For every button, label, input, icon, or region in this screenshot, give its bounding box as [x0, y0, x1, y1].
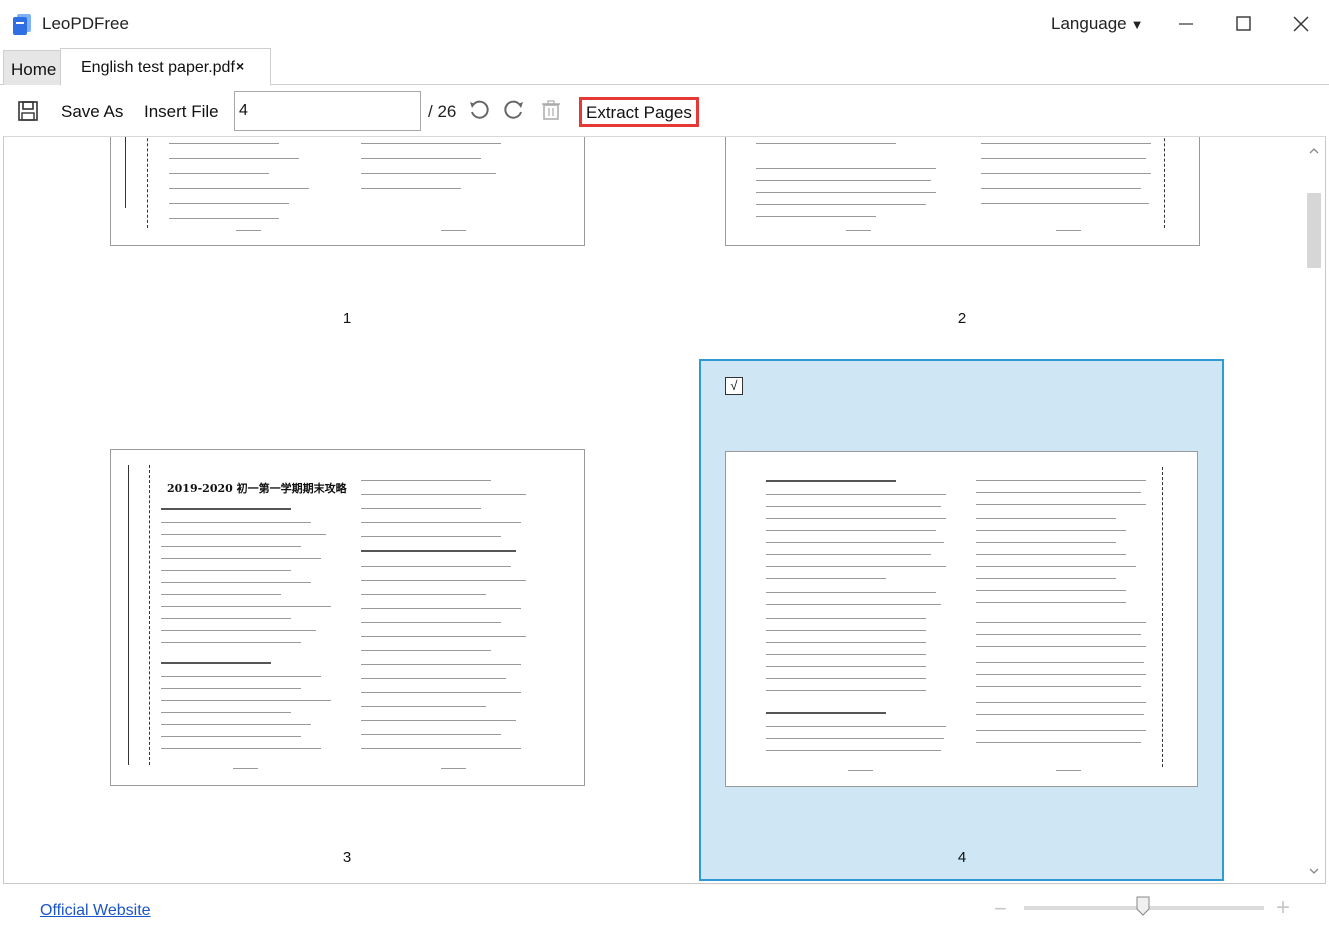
tab-bar: Home English test paper.pdf ×: [0, 48, 1329, 86]
page-card-4[interactable]: √ 4: [699, 359, 1224, 881]
vertical-scrollbar[interactable]: [1303, 137, 1325, 883]
page-thumbnail: [725, 137, 1200, 246]
official-website-link[interactable]: Official Website: [40, 902, 151, 920]
page-card-3[interactable]: 2019-2020 初一第一学期期末攻略 3: [54, 359, 585, 881]
page-number-label: 2: [957, 310, 967, 327]
page-total: / 26: [428, 102, 457, 121]
tab-close-icon[interactable]: ×: [236, 58, 244, 74]
insert-file-button[interactable]: Insert File: [144, 102, 219, 122]
scroll-down-icon[interactable]: [1308, 865, 1320, 877]
app-logo-icon: [13, 14, 31, 35]
zoom-out-icon[interactable]: −: [994, 896, 1007, 922]
scroll-up-icon[interactable]: [1308, 145, 1320, 157]
tab-home-label: Home: [11, 60, 57, 79]
delete-icon[interactable]: [540, 99, 562, 121]
status-bar: Official Website − +: [0, 884, 1329, 939]
zoom-slider-handle[interactable]: [1136, 896, 1150, 916]
minimize-icon[interactable]: [1172, 10, 1200, 38]
extract-pages-button[interactable]: Extract Pages: [579, 97, 699, 127]
language-label: Language: [1051, 14, 1127, 33]
page-select-checkbox[interactable]: √: [725, 377, 743, 395]
close-window-icon[interactable]: [1287, 10, 1315, 38]
app-title: LeoPDFree: [42, 14, 129, 33]
rotate-left-icon[interactable]: [468, 99, 490, 121]
tab-document-label: English test paper.pdf: [81, 59, 235, 76]
rotate-right-icon[interactable]: [503, 99, 525, 121]
maximize-icon[interactable]: [1230, 10, 1258, 38]
page-card-2[interactable]: 2: [699, 137, 1224, 379]
page-thumbnail: [110, 137, 585, 246]
page-number-label: 3: [342, 849, 352, 866]
toolbar: Save As Insert File / 26 Extract Pages: [0, 86, 1329, 136]
page-thumbnail: 2019-2020 初一第一学期期末攻略: [110, 449, 585, 786]
page-number-label: 4: [957, 849, 967, 866]
zoom-in-icon[interactable]: +: [1276, 894, 1290, 922]
page-number-label: 1: [342, 310, 352, 327]
save-icon[interactable]: [17, 100, 39, 122]
save-as-button[interactable]: Save As: [61, 102, 123, 122]
page-thumbnail: [725, 451, 1198, 787]
page-card-1[interactable]: 1: [54, 137, 585, 379]
page-number-input[interactable]: [234, 91, 421, 131]
caret-down-icon: ▼: [1130, 17, 1144, 32]
tab-home[interactable]: Home: [3, 50, 61, 85]
language-menu[interactable]: Language ▼: [1051, 14, 1144, 34]
title-bar: LeoPDFree Language ▼: [0, 0, 1329, 48]
page-heading: 2019-2020 初一第一学期期末攻略: [167, 482, 347, 495]
scrollbar-thumb[interactable]: [1307, 193, 1321, 268]
page-grid: 1 2 2019-2020 初一第一学期期末攻略 3 √ 4: [3, 136, 1326, 884]
